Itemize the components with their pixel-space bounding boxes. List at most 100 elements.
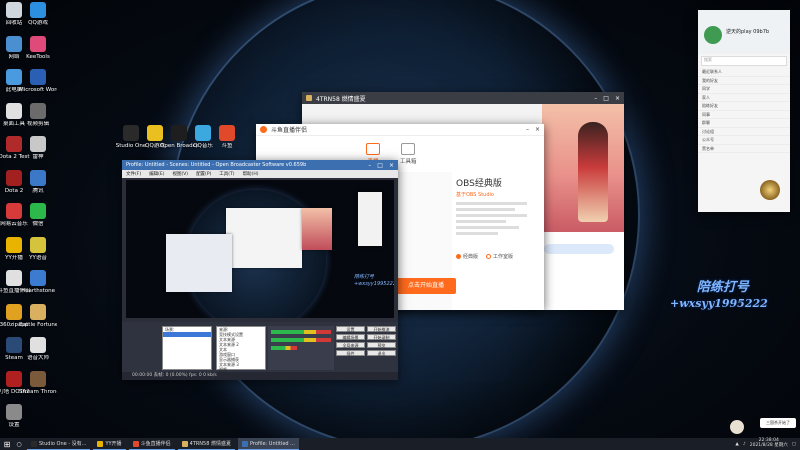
radio-classic[interactable]: 经典版 [456, 253, 478, 260]
obs-preview-canvas[interactable]: 陪练打号 +wxsyy1995222 [126, 180, 394, 318]
app-icon [30, 337, 46, 353]
obs-menu-item[interactable]: 帮助(H) [243, 171, 259, 177]
list-item[interactable]: 同事 [698, 111, 790, 119]
obs-control-button[interactable]: 插件 [336, 350, 365, 356]
obs-control-button[interactable]: 预览 [367, 342, 396, 348]
game-character-image [578, 122, 608, 222]
clock[interactable]: 22:38:04 2021/8/28 星期六 [750, 438, 788, 449]
desktop-icon[interactable]: 设置 [0, 404, 33, 428]
obs-control-button[interactable]: 全局来源 [336, 342, 365, 348]
toolbox-icon [401, 143, 416, 155]
taskbar-app-icon [241, 440, 248, 447]
game-title: 4TRN58 燃情盛夏 [316, 95, 366, 103]
qq-contacts-panel[interactable]: 逆天的play 09b7b 搜索 最近联系人 我的好友 同学 家人 陪练好友 同事 群聊 讨论… [698, 10, 790, 212]
obs-menu-item[interactable]: 文件(F) [126, 171, 141, 177]
obs-control-button[interactable]: 开始录制 [367, 334, 396, 340]
list-item[interactable]: 公众号 [698, 136, 790, 145]
desktop-icon[interactable]: 斗鱼 [208, 125, 246, 149]
windows-start-icon[interactable]: ⊞ [0, 438, 14, 450]
obs-titlebar[interactable]: Profile: Untitled - Scenes: Untitled - O… [122, 160, 398, 170]
list-item[interactable]: 家人 [698, 94, 790, 102]
taskbar-item[interactable]: Studio One - 没有... [27, 438, 91, 450]
obs-control-button[interactable]: 退出 [367, 350, 396, 356]
minimize-icon[interactable]: – [526, 126, 529, 133]
desktop-icon[interactable]: 雷神 [19, 136, 57, 160]
network-icon[interactable]: ▲ [735, 442, 738, 447]
desktop-icon[interactable]: 微信 [19, 203, 57, 227]
list-item[interactable]: 讨论组 [698, 128, 790, 136]
taskbar-app-icon [181, 440, 188, 447]
preview-window [166, 234, 232, 292]
maximize-icon[interactable]: □ [603, 95, 609, 102]
tab-toolbox[interactable]: 工具箱 [400, 143, 417, 165]
scene-item[interactable] [163, 332, 211, 337]
audio-mixer[interactable] [268, 326, 334, 370]
desktop-icon[interactable]: QQ游戏 [19, 2, 57, 26]
list-item[interactable]: 陪练好友 [698, 102, 790, 111]
desktop-audio-meter [271, 330, 331, 334]
system-tray: ▲ ♪ 22:38:04 2021/8/28 星期六 ▢ [735, 438, 800, 449]
obs-control-button[interactable]: 设置 [336, 326, 365, 332]
desktop-icon-label: Hearthstone [20, 288, 56, 294]
obs-menu-item[interactable]: 编辑(E) [149, 171, 164, 177]
close-icon[interactable]: × [535, 126, 540, 133]
preview-window [302, 208, 332, 250]
taskbar-item[interactable]: 斗鱼直播伴侣 [128, 438, 175, 450]
obs-window[interactable]: Profile: Untitled - Scenes: Untitled - O… [122, 160, 398, 380]
maximize-icon[interactable]: □ [377, 162, 383, 169]
obs-menu-item[interactable]: 配置(P) [196, 171, 211, 177]
notification-center-icon[interactable]: ▢ [792, 442, 796, 447]
stream-overlay-text: 陪练打号 +wxsyy1995222 [670, 276, 768, 310]
game-titlebar[interactable]: 4TRN58 燃情盛夏 – □ × [302, 92, 624, 104]
app-icon [6, 404, 22, 420]
preview-overlay-text: 陪练打号 +wxsyy1995222 [354, 274, 394, 287]
app-icon [30, 35, 46, 52]
search-icon[interactable]: ○ [14, 441, 24, 448]
desktop-icon[interactable]: 腾讯 [19, 169, 57, 194]
desktop-icon[interactable]: Stream Throne [19, 370, 57, 395]
radio-studio[interactable]: 工作室版 [486, 253, 513, 260]
list-item[interactable]: 同学 [698, 85, 790, 94]
list-item[interactable]: 黑名单 [698, 145, 790, 153]
minimize-icon[interactable]: – [594, 95, 597, 102]
desktop-icon[interactable]: 语音大师 [19, 337, 57, 361]
qq-search-input[interactable]: 搜索 [701, 56, 787, 66]
desktop-icon-label: 腾讯 [32, 187, 44, 194]
close-icon[interactable]: × [389, 162, 394, 169]
volume-icon[interactable]: ♪ [743, 442, 746, 447]
obs-menu-item[interactable]: 视图(V) [172, 171, 188, 177]
taskbar-item[interactable]: YY开播 [93, 438, 126, 450]
start-live-button[interactable]: 点击开始直播 [396, 278, 456, 294]
obs-menu-item[interactable]: 工具(T) [219, 171, 234, 177]
stream-titlebar[interactable]: 斗鱼直播伴侣 – × [256, 124, 544, 136]
qq-game-badge-icon[interactable] [760, 180, 780, 200]
app-icon [30, 69, 46, 85]
desktop-icon[interactable]: Battle Fortune [19, 303, 57, 328]
game-chat-pane[interactable] [542, 232, 624, 310]
obs-control-row: 插件 退出 [336, 350, 396, 356]
desktop-icon-label: QQ游戏 [28, 20, 48, 26]
obs-control-row: 全局来源 预览 [336, 342, 396, 348]
desktop-icon-label: KeeTools [26, 53, 50, 60]
scenes-dock[interactable]: 场景: [162, 326, 212, 370]
qq-header: 逆天的play 09b7b [698, 10, 790, 54]
list-item[interactable]: 最近联系人 [698, 68, 790, 77]
avatar[interactable] [704, 26, 722, 44]
obs-control-button[interactable]: 开始推流 [367, 326, 396, 332]
minimize-icon[interactable]: – [368, 162, 371, 169]
notification-popup[interactable]: 三国杀开始了 [760, 418, 796, 428]
taskbar-item[interactable]: 4TRN58 燃情盛夏 [177, 438, 235, 450]
desktop-icon[interactable]: YY语音 [19, 236, 57, 261]
close-icon[interactable]: × [615, 95, 620, 102]
desktop-icon[interactable]: KeeTools [19, 35, 57, 60]
taskbar-app-icon [31, 440, 37, 447]
desktop-icon[interactable]: 视频剪辑 [19, 102, 57, 127]
sources-dock[interactable]: 来源: 竞技模式设置 文本来源 文本来源 2 文本 游戏窗口 显示器捕获 文本来源 3 视频 [216, 326, 266, 372]
desktop-icon[interactable]: Microsoft Word 2010 [19, 69, 57, 93]
taskbar-item[interactable]: Profile: Untitled ... [237, 438, 299, 450]
list-item[interactable]: 我的好友 [698, 77, 790, 85]
list-item[interactable]: 群聊 [698, 119, 790, 128]
desktop-icon[interactable]: Hearthstone [19, 270, 57, 294]
preview-window [358, 192, 382, 246]
obs-control-button[interactable]: 编辑场景 [336, 334, 365, 340]
